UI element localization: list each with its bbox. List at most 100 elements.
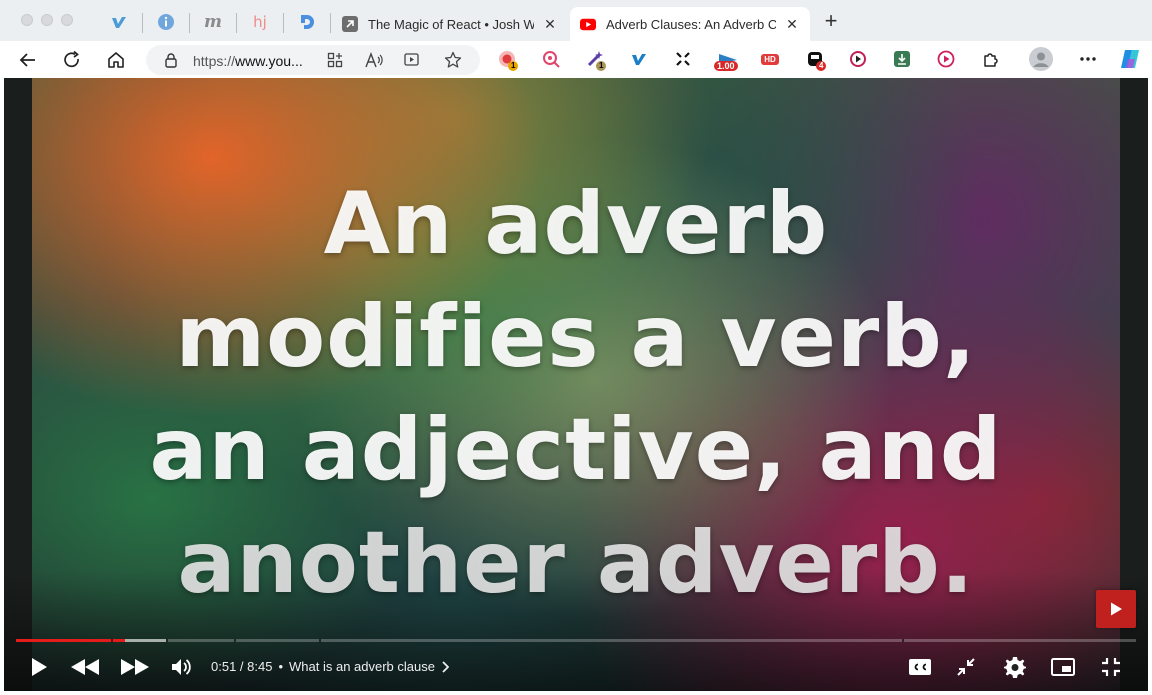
extension-screen-recorder[interactable]: 1 <box>497 49 519 71</box>
more-menu-button[interactable] <box>1078 49 1098 69</box>
window-minimize-button[interactable] <box>41 14 53 26</box>
ellipsis-icon <box>1080 57 1096 61</box>
browser-toolbar: https://www.you... 1 1 1.00 HD 4 <box>0 41 1152 78</box>
youtube-watermark[interactable] <box>1096 590 1136 628</box>
volume-icon <box>172 659 191 675</box>
badge: 1 <box>596 61 607 71</box>
url-host: www.you... <box>235 53 303 69</box>
back-arrow-icon <box>19 53 35 67</box>
puzzle-icon <box>984 53 998 67</box>
video-text-line: An adverb <box>323 174 829 274</box>
pip-icon <box>1051 658 1075 676</box>
time-text: 0:51 / 8:45 <box>211 659 273 674</box>
home-button[interactable] <box>104 48 128 72</box>
new-tab-button[interactable]: + <box>820 10 842 33</box>
settings-button[interactable] <box>1003 655 1027 679</box>
tab-title: The Magic of React • Josh W Comeau <box>368 16 534 32</box>
url-text[interactable]: https://www.you... <box>193 53 303 69</box>
hj-icon: hj <box>253 13 267 31</box>
miniplayer-button[interactable] <box>954 655 978 679</box>
video-on-screen-text: An adverb modifies a verb, an adjective,… <box>4 168 1148 620</box>
pinned-tab-hj[interactable]: hj <box>250 12 270 32</box>
extension-video-speed[interactable]: 1.00 <box>714 49 740 71</box>
close-icon[interactable]: ✕ <box>784 16 800 33</box>
back-button[interactable] <box>16 48 40 72</box>
copilot-icon <box>1121 50 1139 68</box>
play-circle-icon <box>937 50 955 68</box>
vimeo-icon <box>112 17 126 28</box>
badge: 1 <box>508 61 519 71</box>
fullscreen-button[interactable] <box>1100 655 1122 679</box>
lock-icon <box>165 53 177 68</box>
info-icon <box>158 14 174 30</box>
apps-icon[interactable] <box>327 52 343 68</box>
video-camera-icon <box>850 51 866 67</box>
extension-puzzle[interactable]: 1 <box>585 49 607 71</box>
magnifier-icon <box>543 51 560 68</box>
fast-forward-icon <box>121 659 149 675</box>
extension-hd[interactable]: HD <box>760 49 780 69</box>
picture-in-picture-button[interactable] <box>1050 655 1076 679</box>
link-arrow-icon <box>342 16 358 32</box>
time-display: 0:51 / 8:45 • What is an adverb clause <box>211 659 449 674</box>
d-icon <box>301 15 314 29</box>
extension-vimeo[interactable] <box>629 49 649 69</box>
profile-button[interactable] <box>1029 47 1053 71</box>
window-close-button[interactable] <box>21 14 33 26</box>
separator: • <box>278 659 284 674</box>
chapter-title[interactable]: What is an adverb clause <box>289 659 435 674</box>
close-icon[interactable]: ✕ <box>542 16 558 33</box>
mute-button[interactable] <box>169 655 193 679</box>
tab-magic-of-react[interactable]: The Magic of React • Josh W Comeau ✕ <box>332 7 568 41</box>
played-bar <box>16 639 125 642</box>
vimeo-icon <box>632 54 646 65</box>
previous-button[interactable] <box>68 655 102 679</box>
tab-strip: m hj The Magic of React • Josh W Comeau … <box>0 0 1152 41</box>
read-aloud-icon[interactable] <box>365 52 383 68</box>
extension-download[interactable] <box>892 49 912 69</box>
rewind-icon <box>71 659 99 675</box>
exit-fullscreen-icon <box>1102 658 1120 676</box>
reload-icon <box>64 50 79 68</box>
video-text-line: an adjective, and <box>149 400 1003 500</box>
media-player-icon[interactable] <box>404 52 421 68</box>
extensions-button[interactable] <box>981 49 1001 69</box>
copilot-button[interactable] <box>1118 47 1142 71</box>
reload-button[interactable] <box>60 48 84 72</box>
collapse-arrows-icon <box>957 658 975 676</box>
video-player[interactable]: An adverb modifies a verb, an adjective,… <box>4 78 1148 691</box>
hd-icon: HD <box>761 53 779 65</box>
m-icon: m <box>204 12 222 32</box>
extension-zoom[interactable] <box>541 49 561 69</box>
cross-arrows-icon <box>676 52 690 66</box>
pinned-tab-m[interactable]: m <box>203 12 223 32</box>
youtube-icon <box>580 16 596 32</box>
video-text-line: another adverb. <box>177 513 975 613</box>
extension-video-downloader[interactable] <box>848 49 868 69</box>
play-triangle-icon <box>1111 602 1122 616</box>
avatar-icon <box>1029 47 1053 71</box>
progress-bar[interactable] <box>16 639 1136 642</box>
extension-shrink[interactable] <box>673 49 693 69</box>
home-icon <box>108 52 124 68</box>
pinned-tab-d[interactable] <box>297 12 317 32</box>
play-button[interactable] <box>28 655 50 679</box>
video-text-line: modifies a verb, <box>175 287 977 387</box>
pinned-tab-info[interactable] <box>156 12 176 32</box>
tab-title: Adverb Clauses: An Adverb Clause <box>606 16 776 32</box>
subtitles-button[interactable] <box>907 655 933 679</box>
pinned-tab-vimeo[interactable] <box>109 12 129 32</box>
next-button[interactable] <box>118 655 152 679</box>
extension-player[interactable] <box>936 49 956 69</box>
address-bar[interactable]: https://www.you... <box>146 45 480 75</box>
badge: 4 <box>816 61 827 71</box>
chevron-right-icon[interactable] <box>441 660 449 673</box>
extension-blocker[interactable]: 4 <box>805 49 827 71</box>
gear-icon <box>1004 657 1026 678</box>
url-scheme: https:// <box>193 53 236 69</box>
window-zoom-button[interactable] <box>61 14 73 26</box>
closed-captions-icon <box>909 659 931 675</box>
tab-adverb-clauses[interactable]: Adverb Clauses: An Adverb Clause ✕ <box>570 7 810 41</box>
play-icon <box>32 658 47 676</box>
star-icon[interactable] <box>444 51 462 69</box>
